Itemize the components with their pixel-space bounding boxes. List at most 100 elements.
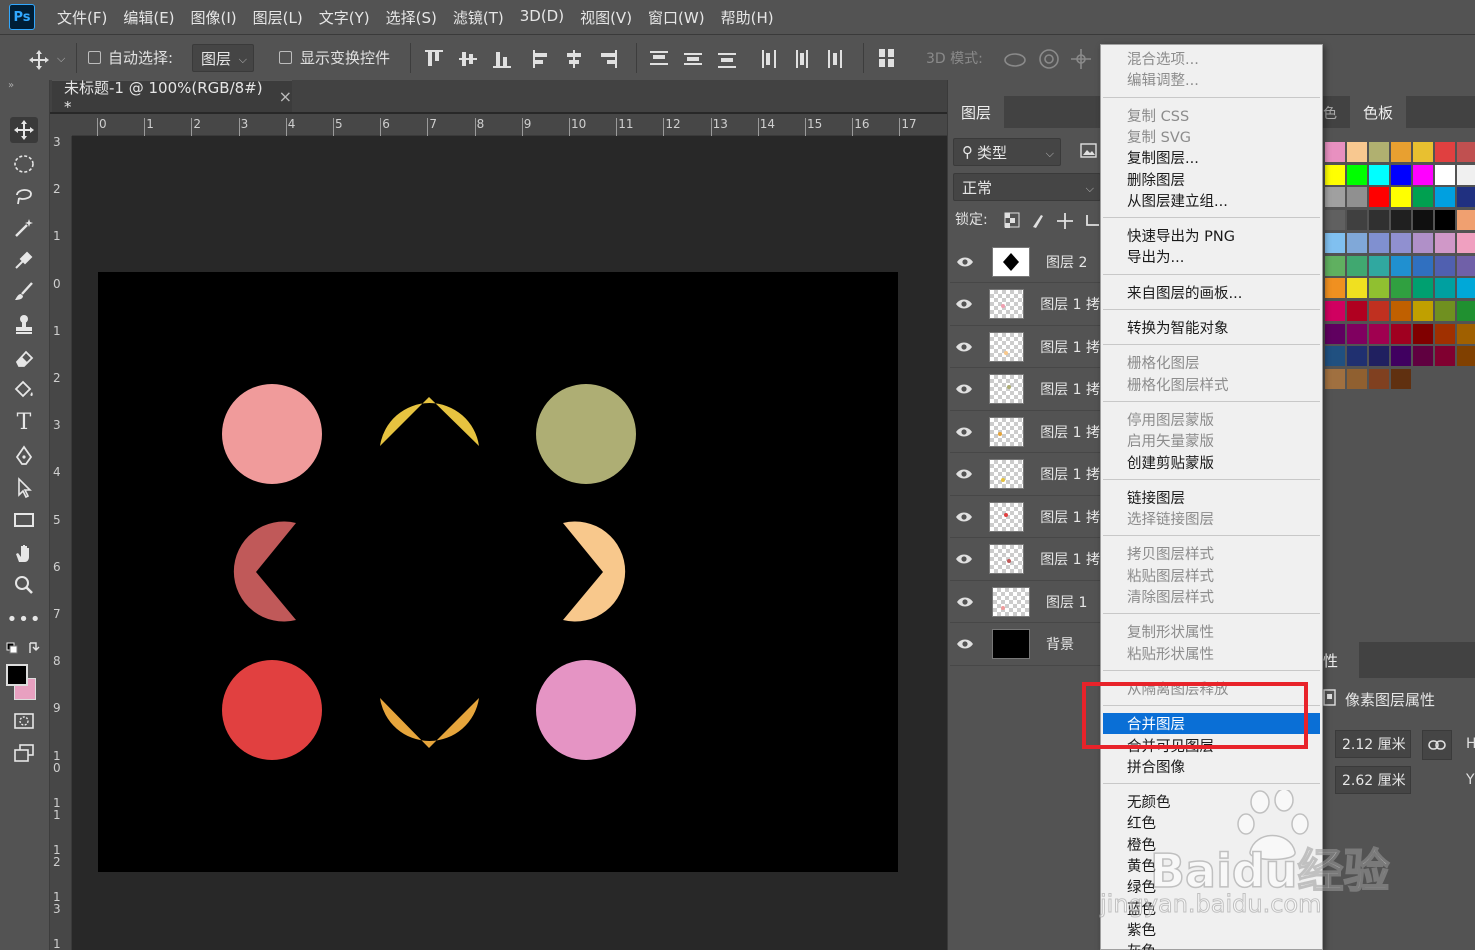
rectangle-tool-button[interactable] bbox=[10, 507, 38, 533]
eye-icon[interactable] bbox=[950, 298, 977, 310]
color-swatch[interactable] bbox=[1435, 210, 1455, 231]
context-menu-item[interactable]: 快速导出为 PNG bbox=[1101, 225, 1322, 246]
close-tab-icon[interactable]: × bbox=[279, 87, 292, 106]
zoom-tool-button[interactable] bbox=[10, 572, 38, 598]
eye-icon[interactable] bbox=[950, 553, 977, 565]
color-swatch[interactable] bbox=[1457, 142, 1475, 162]
color-swatch[interactable] bbox=[1369, 278, 1389, 299]
color-swatch[interactable] bbox=[1391, 210, 1411, 231]
eyedropper-tool-button[interactable] bbox=[10, 247, 38, 273]
layer-row[interactable]: 图层 1 拷 bbox=[950, 496, 1100, 538]
layer-row[interactable]: 图层 1 bbox=[950, 581, 1100, 623]
color-swatch[interactable] bbox=[1391, 369, 1411, 389]
color-swatch[interactable] bbox=[1413, 142, 1433, 162]
color-swatch[interactable] bbox=[1435, 187, 1455, 208]
color-swatch[interactable] bbox=[1457, 300, 1475, 321]
color-swatch[interactable] bbox=[1369, 346, 1389, 367]
layer-row[interactable]: 图层 1 拷 bbox=[950, 539, 1100, 581]
color-swatch[interactable] bbox=[1457, 210, 1475, 231]
color-swatch[interactable] bbox=[1369, 142, 1389, 162]
layer-row[interactable]: 图层 1 拷 bbox=[950, 326, 1100, 368]
menu-item[interactable]: 3D(D) bbox=[520, 7, 564, 28]
tab-layers[interactable]: 图层 bbox=[948, 96, 1004, 128]
layer-row[interactable]: 背景 bbox=[950, 624, 1100, 666]
context-menu-item[interactable]: 来自图层的画板... bbox=[1101, 282, 1322, 303]
layer-row[interactable]: 图层 2 bbox=[950, 241, 1100, 283]
paint-bucket-tool-button[interactable] bbox=[10, 377, 38, 403]
stamp-tool-button[interactable] bbox=[10, 311, 38, 337]
blend-mode-dropdown[interactable]: 正常 ⌵ bbox=[953, 173, 1101, 201]
menu-item[interactable]: 图像(I) bbox=[191, 7, 237, 28]
color-swatch[interactable] bbox=[1347, 164, 1367, 185]
eye-icon[interactable] bbox=[950, 256, 980, 268]
menu-item[interactable]: 窗口(W) bbox=[648, 7, 705, 28]
color-swatch[interactable] bbox=[1435, 164, 1455, 185]
collapse-icon[interactable]: » bbox=[8, 80, 14, 91]
color-swatch[interactable] bbox=[1413, 323, 1433, 344]
color-swatch[interactable] bbox=[1457, 232, 1475, 253]
layer-row[interactable]: 图层 1 拷 bbox=[950, 454, 1100, 496]
screen-mode-button[interactable] bbox=[10, 740, 38, 766]
color-swatch[interactable] bbox=[1413, 210, 1433, 231]
menu-item[interactable]: 选择(S) bbox=[386, 7, 437, 28]
color-swatch[interactable] bbox=[1391, 187, 1411, 208]
color-swatch[interactable] bbox=[1391, 164, 1411, 185]
distribute-icons[interactable] bbox=[650, 48, 850, 70]
color-swatch[interactable] bbox=[1413, 187, 1433, 208]
color-swatch[interactable] bbox=[1369, 369, 1389, 389]
menu-item[interactable]: 图层(L) bbox=[253, 7, 303, 28]
brush-tool-button[interactable] bbox=[10, 279, 38, 305]
color-swatch[interactable] bbox=[1435, 232, 1455, 253]
auto-select-target-dropdown[interactable]: 图层 ⌵ bbox=[192, 44, 254, 72]
foreground-color-swatch[interactable] bbox=[6, 664, 28, 686]
pen-tool-button[interactable] bbox=[10, 443, 38, 469]
color-swatch[interactable] bbox=[1325, 255, 1345, 276]
color-swatch[interactable] bbox=[1435, 300, 1455, 321]
context-menu-item[interactable]: 创建剪贴蒙版 bbox=[1101, 452, 1322, 473]
color-swatch[interactable] bbox=[1347, 232, 1367, 253]
color-swatch[interactable] bbox=[1391, 323, 1411, 344]
context-menu-item[interactable]: 灰色 bbox=[1101, 940, 1322, 950]
color-swatch[interactable] bbox=[1413, 255, 1433, 276]
color-swatch[interactable] bbox=[1391, 346, 1411, 367]
color-swatch[interactable] bbox=[1391, 142, 1411, 162]
align-icons[interactable] bbox=[425, 48, 625, 70]
color-swatch[interactable] bbox=[1347, 142, 1367, 162]
color-swatch[interactable] bbox=[1391, 232, 1411, 253]
eraser-tool-button[interactable] bbox=[10, 345, 38, 371]
tab-color-partial[interactable]: 色 bbox=[1323, 103, 1337, 123]
context-menu-item[interactable]: 拼合图像 bbox=[1101, 756, 1322, 777]
context-menu-item[interactable]: 复制图层... bbox=[1101, 147, 1322, 168]
color-swatch[interactable] bbox=[1457, 323, 1475, 344]
color-swatch[interactable] bbox=[1369, 255, 1389, 276]
lock-icons[interactable] bbox=[1003, 211, 1100, 231]
menu-item[interactable]: 滤镜(T) bbox=[453, 7, 504, 28]
chevron-down-icon[interactable]: ⌵ bbox=[57, 52, 65, 66]
eye-icon[interactable] bbox=[950, 511, 977, 523]
menu-item[interactable]: 帮助(H) bbox=[721, 7, 774, 28]
color-swatch[interactable] bbox=[1457, 187, 1475, 208]
menu-item[interactable]: 编辑(E) bbox=[123, 7, 174, 28]
color-swatch[interactable] bbox=[1457, 346, 1475, 367]
layer-filter-dropdown[interactable]: ⚲ 类型 ⌵ bbox=[953, 138, 1061, 166]
quick-mask-button[interactable] bbox=[10, 708, 38, 734]
color-swatch[interactable] bbox=[1413, 300, 1433, 321]
context-menu-item[interactable]: 导出为... bbox=[1101, 246, 1322, 267]
color-swatch[interactable] bbox=[1347, 210, 1367, 231]
eye-icon[interactable] bbox=[950, 468, 977, 480]
eye-icon[interactable] bbox=[950, 596, 980, 608]
context-menu-item[interactable]: 从图层建立组... bbox=[1101, 190, 1322, 211]
color-swatch[interactable] bbox=[1369, 323, 1389, 344]
color-swatch[interactable] bbox=[1369, 164, 1389, 185]
color-swatch[interactable] bbox=[1347, 255, 1367, 276]
magic-wand-tool-button[interactable] bbox=[10, 215, 38, 241]
color-swatch[interactable] bbox=[1391, 278, 1411, 299]
arrange-icon[interactable] bbox=[878, 48, 896, 68]
link-dimensions-button[interactable] bbox=[1422, 730, 1452, 760]
context-menu-item[interactable]: 转换为智能对象 bbox=[1101, 317, 1322, 338]
color-swatch[interactable] bbox=[1325, 369, 1345, 389]
color-swatch[interactable] bbox=[1413, 232, 1433, 253]
color-swatch[interactable] bbox=[1325, 323, 1345, 344]
color-swatch[interactable] bbox=[1325, 164, 1345, 185]
color-swatch[interactable] bbox=[1457, 278, 1475, 299]
